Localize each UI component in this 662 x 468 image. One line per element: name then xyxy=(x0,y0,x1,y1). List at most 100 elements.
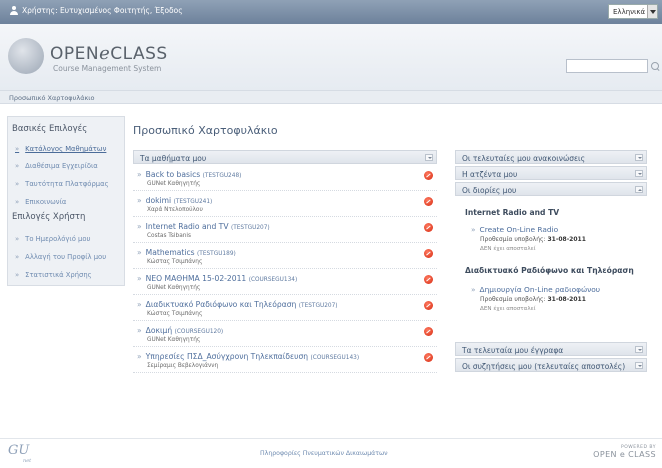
course-code: (COURSEGU143) xyxy=(310,355,360,361)
courses-header: Τα μαθήματα μου xyxy=(133,150,437,164)
logo-text-open: OPEN xyxy=(50,44,100,64)
unregister-icon[interactable] xyxy=(424,275,433,284)
search-input[interactable] xyxy=(566,59,648,73)
course-link[interactable]: Mathematics (TESTGU189) xyxy=(137,248,236,257)
unregister-icon[interactable] xyxy=(424,197,433,206)
unregister-icon[interactable] xyxy=(424,327,433,336)
course-title: Back to basics xyxy=(145,170,201,179)
course-row: Back to basics (TESTGU248) GUNet Καθηγητ… xyxy=(133,167,437,191)
course-link[interactable]: Υπηρεσίες ΠΣΔ_Ασύγχρονη Τηλεκπαίδευση (C… xyxy=(137,352,359,361)
assignment-course-heading: Διαδικτυακό Ραδιόφωνο και Τηλεόραση xyxy=(465,266,634,275)
unregister-icon[interactable] xyxy=(424,249,433,258)
powered-by-name: OPEN e CLASS xyxy=(593,450,656,459)
expand-toggle-icon[interactable] xyxy=(635,154,643,161)
course-row: Δοκιμή (COURSEGU120) GUNet Καθηγητής xyxy=(133,323,437,347)
user-info: Χρήστης: Ευτυχισμένος Φοιτητής, Έξοδος xyxy=(9,6,183,15)
course-row: Διαδικτυακό Ραδιόφωνο και Τηλεόραση (TES… xyxy=(133,297,437,321)
course-link[interactable]: Back to basics (TESTGU248) xyxy=(137,170,242,179)
logo-emblem-icon[interactable] xyxy=(8,38,44,74)
deadline-date: 31-08-2011 xyxy=(547,296,586,303)
assignment-link[interactable]: Δημιουργία On-Line ραδιοφώνου xyxy=(471,285,601,294)
course-professor: Costas Tsibanis xyxy=(147,233,192,239)
sidebar-item-contact[interactable]: Επικοινωνία xyxy=(15,198,66,206)
unregister-icon[interactable] xyxy=(424,171,433,180)
course-professor: GUNet Καθηγητής xyxy=(147,337,201,343)
course-link[interactable]: ΝΕΟ ΜΑΘΗΜΑ 15-02-2011 (COURSEGU134) xyxy=(137,274,298,283)
sidebar-item-course-catalog[interactable]: Κατάλογος Μαθημάτων xyxy=(15,145,106,153)
collapse-toggle-icon[interactable] xyxy=(635,186,643,193)
course-title: dokimi xyxy=(145,196,172,205)
course-professor: Κώστας Τσιμπάνης xyxy=(147,259,203,265)
course-link[interactable]: Δοκιμή (COURSEGU120) xyxy=(137,326,224,335)
course-title: Mathematics xyxy=(145,248,195,257)
gunet-logo-text: GU xyxy=(8,443,30,458)
page-title: Προσωπικό Χαρτοφυλάκιο xyxy=(133,124,278,137)
course-professor: Χαρά Ντελοπούλου xyxy=(147,207,203,213)
unregister-icon[interactable] xyxy=(424,301,433,310)
deadline-label: Προθεσμία υποβολής: xyxy=(480,296,546,303)
courses-header-label: Τα μαθήματα μου xyxy=(140,153,207,163)
powered-by-logo[interactable]: POWERED BY OPEN e CLASS xyxy=(593,445,656,459)
logo-subtitle: Course Management System xyxy=(53,64,162,73)
course-code: (TESTGU207) xyxy=(298,303,338,309)
assignment-deadline: Προθεσμία υποβολής: 31-08-2011 xyxy=(480,236,586,243)
gunet-logo[interactable]: GU net xyxy=(8,443,42,465)
course-link[interactable]: dokimi (TESTGU241) xyxy=(137,196,213,205)
course-code: (TESTGU207) xyxy=(230,225,270,231)
course-title: Διαδικτυακό Ραδιόφωνο και Τηλεόραση xyxy=(145,300,297,309)
search-icon[interactable] xyxy=(651,62,660,71)
course-code: (TESTGU241) xyxy=(173,199,213,205)
assignments-header[interactable]: Οι διορίες μου xyxy=(455,182,647,196)
breadcrumb: Προσωπικό Χαρτοφυλάκιο xyxy=(0,90,662,104)
documents-header[interactable]: Τα τελευταία μου έγγραφα xyxy=(455,342,647,356)
user-icon xyxy=(9,6,18,15)
course-row: ΝΕΟ ΜΑΘΗΜΑ 15-02-2011 (COURSEGU134) GUNe… xyxy=(133,271,437,295)
course-title: Δοκιμή xyxy=(145,326,173,335)
copyright-link[interactable]: Πληροφορίες Πνευματικών Δικαιωμάτων xyxy=(260,450,388,457)
course-professor: Σεμίραμις Βεβελογιάννη xyxy=(147,363,219,369)
expand-toggle-icon[interactable] xyxy=(635,362,643,369)
course-link[interactable]: Διαδικτυακό Ραδιόφωνο και Τηλεόραση (TES… xyxy=(137,300,338,309)
assignment-status: ΔΕΝ έχει αποσταλεί xyxy=(480,246,536,252)
course-link[interactable]: Internet Radio and TV (TESTGU207) xyxy=(137,222,270,231)
sidebar-item-calendar[interactable]: Το Ημερολόγιό μου xyxy=(15,235,90,243)
expand-toggle-icon[interactable] xyxy=(635,346,643,353)
assignments-header-label: Οι διορίες μου xyxy=(462,185,517,195)
sidebar-item-profile[interactable]: Αλλαγή του Προφίλ μου xyxy=(15,253,106,261)
deadline-date: 31-08-2011 xyxy=(547,236,586,243)
course-row: Internet Radio and TV (TESTGU207) Costas… xyxy=(133,219,437,243)
user-text[interactable]: Χρήστης: Ευτυχισμένος Φοιτητής, Έξοδος xyxy=(22,6,183,15)
announcements-header-label: Οι τελευταίες μου ανακοινώσεις xyxy=(462,153,585,163)
sidebar-item-platform-identity[interactable]: Ταυτότητα Πλατφόρμας xyxy=(15,180,108,188)
course-row: Υπηρεσίες ΠΣΔ_Ασύγχρονη Τηλεκπαίδευση (C… xyxy=(133,349,437,373)
chevron-down-icon[interactable] xyxy=(647,5,657,18)
course-row: Mathematics (TESTGU189) Κώστας Τσιμπάνης xyxy=(133,245,437,269)
unregister-icon[interactable] xyxy=(424,223,433,232)
course-title: Υπηρεσίες ΠΣΔ_Ασύγχρονη Τηλεκπαίδευση xyxy=(145,352,309,361)
announcements-header[interactable]: Οι τελευταίες μου ανακοινώσεις xyxy=(455,150,647,164)
expand-toggle-icon[interactable] xyxy=(635,170,643,177)
assignment-course-heading: Internet Radio and TV xyxy=(465,208,560,217)
sidebar-heading-basic: Βασικές Επιλογές xyxy=(12,124,88,134)
language-value: Ελληνικά xyxy=(613,7,646,16)
unregister-icon[interactable] xyxy=(424,353,433,362)
course-code: (COURSEGU134) xyxy=(248,277,298,283)
sidebar-item-statistics[interactable]: Στατιστικά Χρήσης xyxy=(15,271,92,279)
top-bar: Χρήστης: Ευτυχισμένος Φοιτητής, Έξοδος Ε… xyxy=(0,0,662,24)
deadline-label: Προθεσμία υποβολής: xyxy=(480,236,546,243)
course-code: (TESTGU189) xyxy=(197,251,236,257)
agenda-header-label: Η ατζέντα μου xyxy=(462,169,518,179)
forum-header[interactable]: Οι συζητήσεις μου (τελευταίες αποστολές) xyxy=(455,358,647,372)
breadcrumb-current: Προσωπικό Χαρτοφυλάκιο xyxy=(9,94,95,102)
sidebar-item-manuals[interactable]: Διαθέσιμα Εγχειρίδια xyxy=(15,162,98,170)
course-professor: GUNet Καθηγητής xyxy=(147,285,201,291)
course-professor: Κώστας Τσιμπάνης xyxy=(147,311,203,317)
collapse-toggle-icon[interactable] xyxy=(425,154,433,161)
logo-title[interactable]: OPENeCLASS xyxy=(50,43,168,64)
agenda-header[interactable]: Η ατζέντα μου xyxy=(455,166,647,180)
assignment-link[interactable]: Create On-Line Radio xyxy=(471,225,559,234)
assignment-status: ΔΕΝ έχει αποσταλεί xyxy=(480,306,536,312)
logo-text-class: CLASS xyxy=(110,44,168,64)
course-code: (COURSEGU120) xyxy=(174,329,224,335)
language-select[interactable]: Ελληνικά xyxy=(608,4,658,19)
